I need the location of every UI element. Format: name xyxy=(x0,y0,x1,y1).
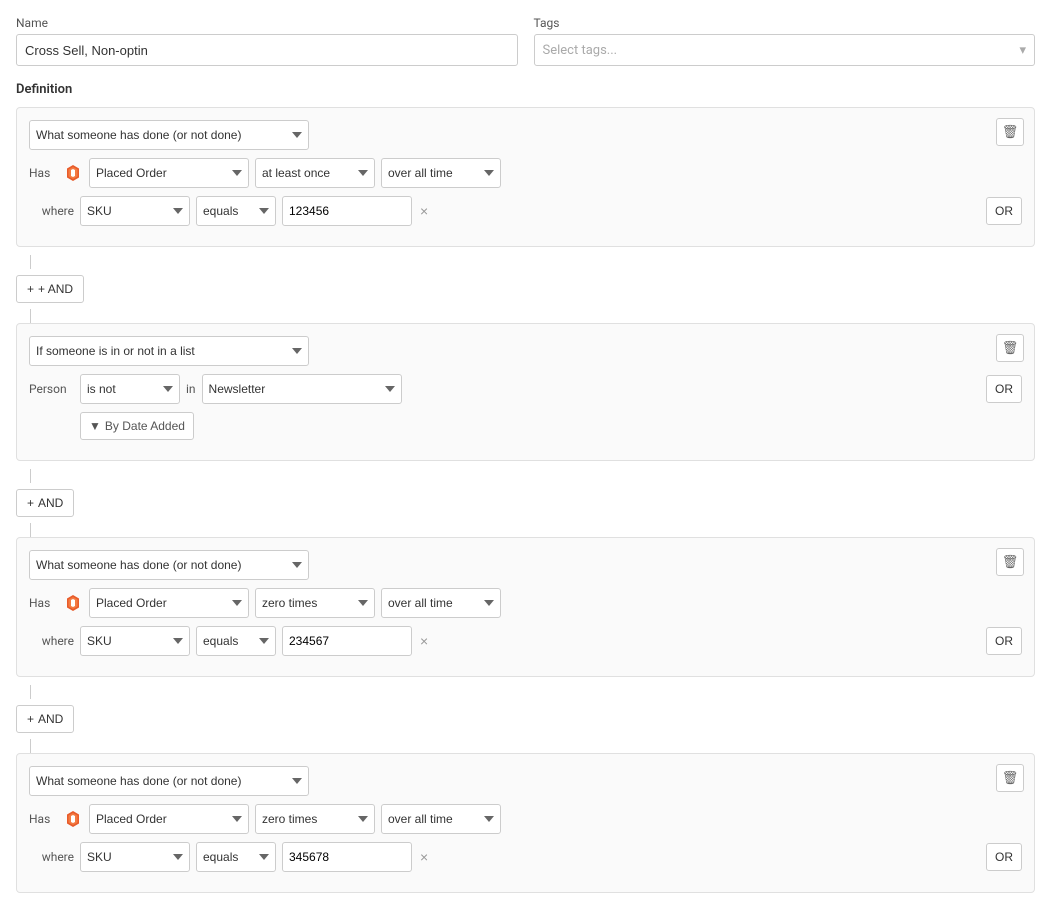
tags-chevron-icon: ▾ xyxy=(1019,43,1026,58)
timeframe-select-4[interactable]: over all time xyxy=(381,804,501,834)
connector-3 xyxy=(30,469,31,483)
property-select-3[interactable]: SKU xyxy=(80,626,190,656)
date-filter-label-2: By Date Added xyxy=(105,419,185,433)
and-plus-icon-3: + xyxy=(27,712,34,726)
and-button-3[interactable]: + AND xyxy=(16,705,74,733)
condition-type-select-4[interactable]: What someone has done (or not done) xyxy=(29,766,309,796)
condition-block-3: What someone has done (or not done) Has … xyxy=(16,537,1035,677)
operator-select-1[interactable]: equals xyxy=(196,196,276,226)
and-plus-icon-2: + xyxy=(27,496,34,510)
connector-6 xyxy=(30,739,31,753)
trash-icon-1: 🗑 xyxy=(1002,124,1019,140)
timeframe-select-1[interactable]: over all time xyxy=(381,158,501,188)
name-input[interactable] xyxy=(16,34,518,66)
property-select-4[interactable]: SKU xyxy=(80,842,190,872)
property-select-1[interactable]: SKU xyxy=(80,196,190,226)
frequency-select-3[interactable]: zero times xyxy=(255,588,375,618)
operator-select-4[interactable]: equals xyxy=(196,842,276,872)
trash-icon-4: 🗑 xyxy=(1002,770,1019,786)
condition-type-select-2[interactable]: If someone is in or not in a list xyxy=(29,336,309,366)
delete-block-3[interactable]: 🗑 xyxy=(996,548,1024,576)
person-state-select-2[interactable]: is not xyxy=(80,374,180,404)
event-select-3[interactable]: Placed Order xyxy=(89,588,249,618)
tags-label: Tags xyxy=(534,16,1036,30)
and-label-2: AND xyxy=(38,496,63,510)
delete-block-4[interactable]: 🗑 xyxy=(996,764,1024,792)
trash-icon-3: 🗑 xyxy=(1002,554,1019,570)
value-input-3[interactable] xyxy=(282,626,412,656)
timeframe-select-3[interactable]: over all time xyxy=(381,588,501,618)
connector-5 xyxy=(30,685,31,699)
definition-label: Definition xyxy=(16,82,1035,97)
date-filter-button-2[interactable]: ▼ By Date Added xyxy=(80,412,194,440)
delete-block-2[interactable]: 🗑 xyxy=(996,334,1024,362)
name-label: Name xyxy=(16,16,518,30)
tags-select[interactable]: Select tags... ▾ xyxy=(534,34,1036,66)
event-select-1[interactable]: Placed Order xyxy=(89,158,249,188)
and-button-2[interactable]: + AND xyxy=(16,489,74,517)
connector-4 xyxy=(30,523,31,537)
has-label-4: Has xyxy=(29,812,57,826)
connector-2 xyxy=(30,309,31,323)
has-label-1: Has xyxy=(29,166,57,180)
or-button-4[interactable]: OR xyxy=(986,843,1022,871)
has-label-3: Has xyxy=(29,596,57,610)
and-plus-icon-1: + xyxy=(27,282,34,296)
where-label-3: where xyxy=(29,634,74,648)
frequency-select-1[interactable]: at least once xyxy=(255,158,375,188)
event-select-4[interactable]: Placed Order xyxy=(89,804,249,834)
person-label-2: Person xyxy=(29,382,74,396)
clear-value-3[interactable]: × xyxy=(418,633,430,649)
connector-1 xyxy=(30,255,31,269)
operator-select-3[interactable]: equals xyxy=(196,626,276,656)
magento-icon-1 xyxy=(63,163,83,183)
filter-icon-2: ▼ xyxy=(89,419,101,433)
and-label-1: + AND xyxy=(38,282,73,296)
where-label-4: where xyxy=(29,850,74,864)
condition-block-4: What someone has done (or not done) Has … xyxy=(16,753,1035,893)
delete-block-1[interactable]: 🗑 xyxy=(996,118,1024,146)
or-button-3[interactable]: OR xyxy=(986,627,1022,655)
condition-type-select-3[interactable]: What someone has done (or not done) xyxy=(29,550,309,580)
tags-placeholder: Select tags... xyxy=(543,43,618,58)
trash-icon-2: 🗑 xyxy=(1002,340,1019,356)
value-input-1[interactable] xyxy=(282,196,412,226)
condition-block-1: What someone has done (or not done) Has … xyxy=(16,107,1035,247)
magento-icon-3 xyxy=(63,593,83,613)
or-button-1[interactable]: OR xyxy=(986,197,1022,225)
clear-value-1[interactable]: × xyxy=(418,203,430,219)
or-button-2[interactable]: OR xyxy=(986,375,1022,403)
frequency-select-4[interactable]: zero times xyxy=(255,804,375,834)
list-select-2[interactable]: Newsletter xyxy=(202,374,402,404)
value-input-4[interactable] xyxy=(282,842,412,872)
in-label-2: in xyxy=(186,382,196,396)
condition-type-select-1[interactable]: What someone has done (or not done) xyxy=(29,120,309,150)
magento-icon-4 xyxy=(63,809,83,829)
clear-value-4[interactable]: × xyxy=(418,849,430,865)
and-button-1[interactable]: + + AND xyxy=(16,275,84,303)
condition-block-2: If someone is in or not in a list Person… xyxy=(16,323,1035,461)
where-label-1: where xyxy=(29,204,74,218)
and-label-3: AND xyxy=(38,712,63,726)
